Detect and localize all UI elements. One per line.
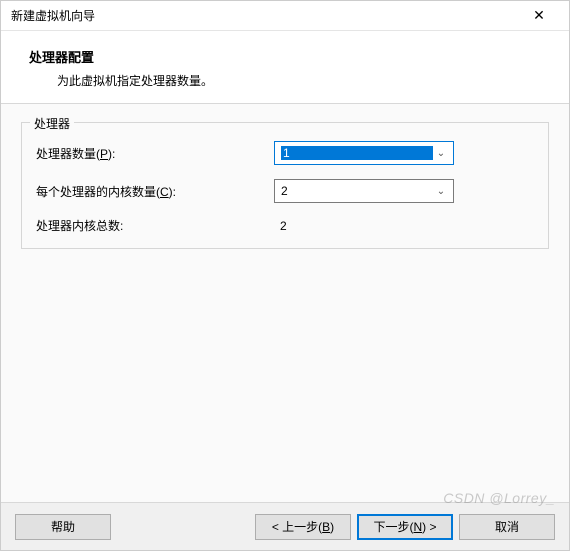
titlebar: 新建虚拟机向导 ✕ [1, 1, 569, 31]
close-button[interactable]: ✕ [519, 2, 559, 30]
page-title: 处理器配置 [29, 47, 541, 66]
footer: 帮助 < 上一步(B) 下一步(N) > 取消 [1, 502, 569, 550]
cores-per-processor-combo[interactable]: 2 ⌄ [274, 179, 454, 203]
chevron-down-icon: ⌄ [433, 148, 449, 159]
cores-per-processor-value: 2 [281, 184, 433, 198]
processor-group-legend: 处理器 [30, 115, 74, 132]
total-cores-value: 2 [274, 219, 287, 233]
processor-count-combo[interactable]: 1 ⌄ [274, 141, 454, 165]
page-description: 为此虚拟机指定处理器数量。 [29, 72, 541, 89]
wizard-header: 处理器配置 为此虚拟机指定处理器数量。 [1, 31, 569, 104]
cores-per-processor-row: 每个处理器的内核数量(C): 2 ⌄ [36, 179, 534, 203]
processor-count-label: 处理器数量(P): [36, 145, 274, 162]
processor-count-value: 1 [281, 146, 433, 160]
back-button[interactable]: < 上一步(B) [255, 514, 351, 540]
next-button[interactable]: 下一步(N) > [357, 514, 453, 540]
chevron-down-icon: ⌄ [433, 186, 449, 197]
total-cores-row: 处理器内核总数: 2 [36, 217, 534, 234]
window-title: 新建虚拟机向导 [11, 7, 519, 24]
total-cores-label: 处理器内核总数: [36, 217, 274, 234]
cores-per-processor-label: 每个处理器的内核数量(C): [36, 183, 274, 200]
close-icon: ✕ [533, 7, 545, 24]
processor-group: 处理器 处理器数量(P): 1 ⌄ 每个处理器的内核数量(C): 2 ⌄ 处理器… [21, 122, 549, 249]
processor-count-row: 处理器数量(P): 1 ⌄ [36, 141, 534, 165]
cancel-button[interactable]: 取消 [459, 514, 555, 540]
content-area: 处理器 处理器数量(P): 1 ⌄ 每个处理器的内核数量(C): 2 ⌄ 处理器… [1, 104, 569, 502]
help-button[interactable]: 帮助 [15, 514, 111, 540]
